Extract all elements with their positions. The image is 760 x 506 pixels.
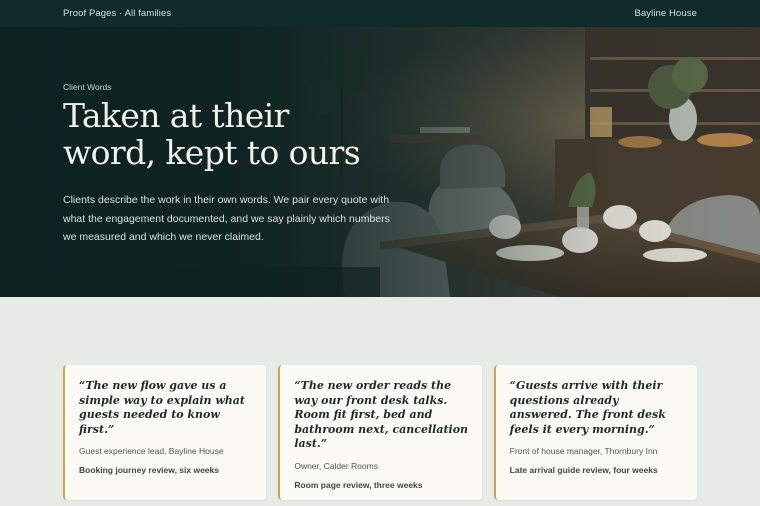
testimonial-quote: “Guests arrive with their questions alre… [509, 379, 666, 436]
testimonial-card: “The new order reads the way our front d… [278, 365, 482, 500]
hero: Client Words Taken at their word, kept t… [0, 27, 760, 297]
testimonial-quote: “The new order reads the way our front d… [294, 379, 469, 450]
brand-link[interactable]: Proof Pages · All families [63, 8, 171, 19]
hero-title-line-2: word, kept to ours [63, 133, 361, 172]
testimonial-project: Room page review, three weeks [294, 479, 423, 490]
testimonial-project: Booking journey review, six weeks [79, 465, 219, 475]
top-nav: Proof Pages · All families Bayline House [0, 0, 760, 27]
testimonial-card: “The new flow gave us a simple way to ex… [63, 365, 267, 500]
hero-title: Taken at their word, kept to ours [63, 97, 423, 171]
testimonial-author: Front of house manager, Thornbury Inn [509, 446, 658, 456]
hero-title-line-1: Taken at their [63, 96, 289, 135]
testimonial-author: Owner, Calder Rooms [294, 460, 378, 471]
testimonials: “The new flow gave us a simple way to ex… [63, 365, 697, 500]
client-link[interactable]: Bayline House [634, 8, 697, 19]
testimonial-author: Guest experience lead, Bayline House [79, 446, 224, 456]
testimonial-quote: “The new flow gave us a simple way to ex… [79, 379, 246, 436]
eyebrow: Client Words [63, 82, 112, 92]
testimonial-card: “Guests arrive with their questions alre… [493, 365, 697, 500]
hero-description: Clients describe the work in their own w… [63, 194, 390, 243]
testimonial-project: Late arrival guide review, four weeks [509, 465, 658, 475]
